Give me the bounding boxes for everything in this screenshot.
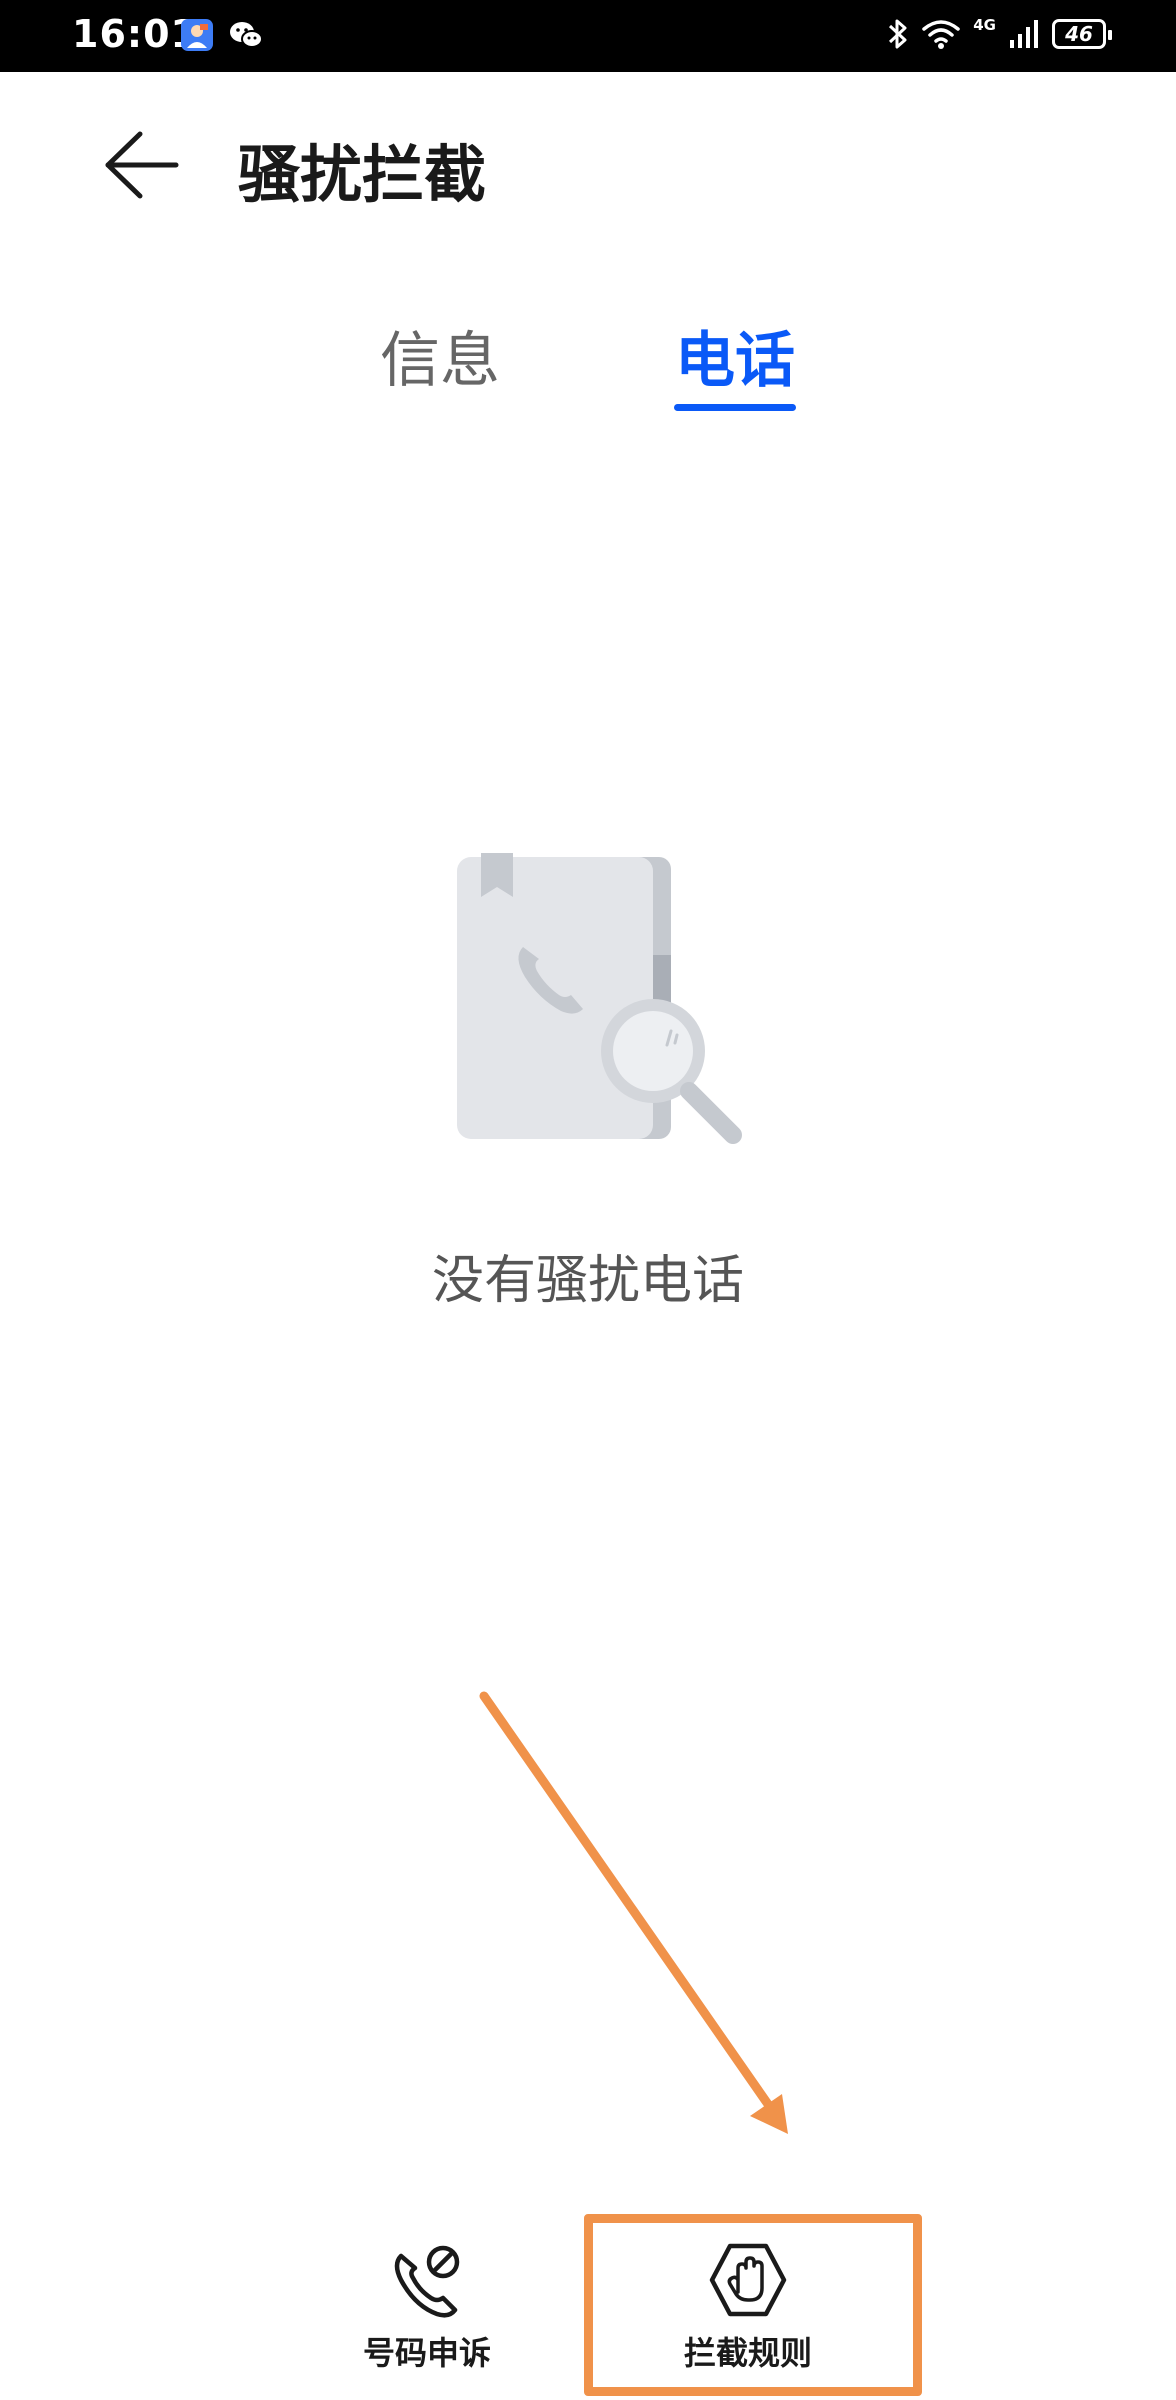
battery-level: 46 [1065,22,1093,46]
back-button[interactable] [100,128,184,202]
signal-icon [1010,20,1038,48]
tab-messages[interactable]: 信息 [350,312,530,399]
status-right-icons: 4G 46 [887,16,1112,52]
block-rules-button[interactable]: 拦截规则 [638,2240,858,2374]
phone-block-icon [394,2245,460,2318]
status-bar: 16:01 4G 46 [0,0,1176,72]
active-tab-indicator [674,404,796,411]
phonebook-search-icon [457,853,742,1144]
hand-stop-icon [709,2243,787,2317]
back-arrow-icon [105,131,179,199]
tab-calls[interactable]: 电话 [645,312,825,399]
notification-icons [180,18,264,52]
empty-state-text: 没有骚扰电话 [431,1251,744,1311]
block-rules-label: 拦截规则 [683,2334,812,2372]
wifi-icon [922,20,960,49]
app-icon [181,19,213,51]
number-appeal-label: 号码申诉 [362,2334,491,2372]
network-type: 4G [973,16,996,34]
bluetooth-icon [889,19,907,49]
battery-icon: 46 [1052,19,1112,49]
page-title: 骚扰拦截 [238,138,487,211]
wechat-icon [230,22,263,48]
annotation-arrow [479,1691,788,2134]
number-appeal-button[interactable]: 号码申诉 [317,2240,537,2374]
